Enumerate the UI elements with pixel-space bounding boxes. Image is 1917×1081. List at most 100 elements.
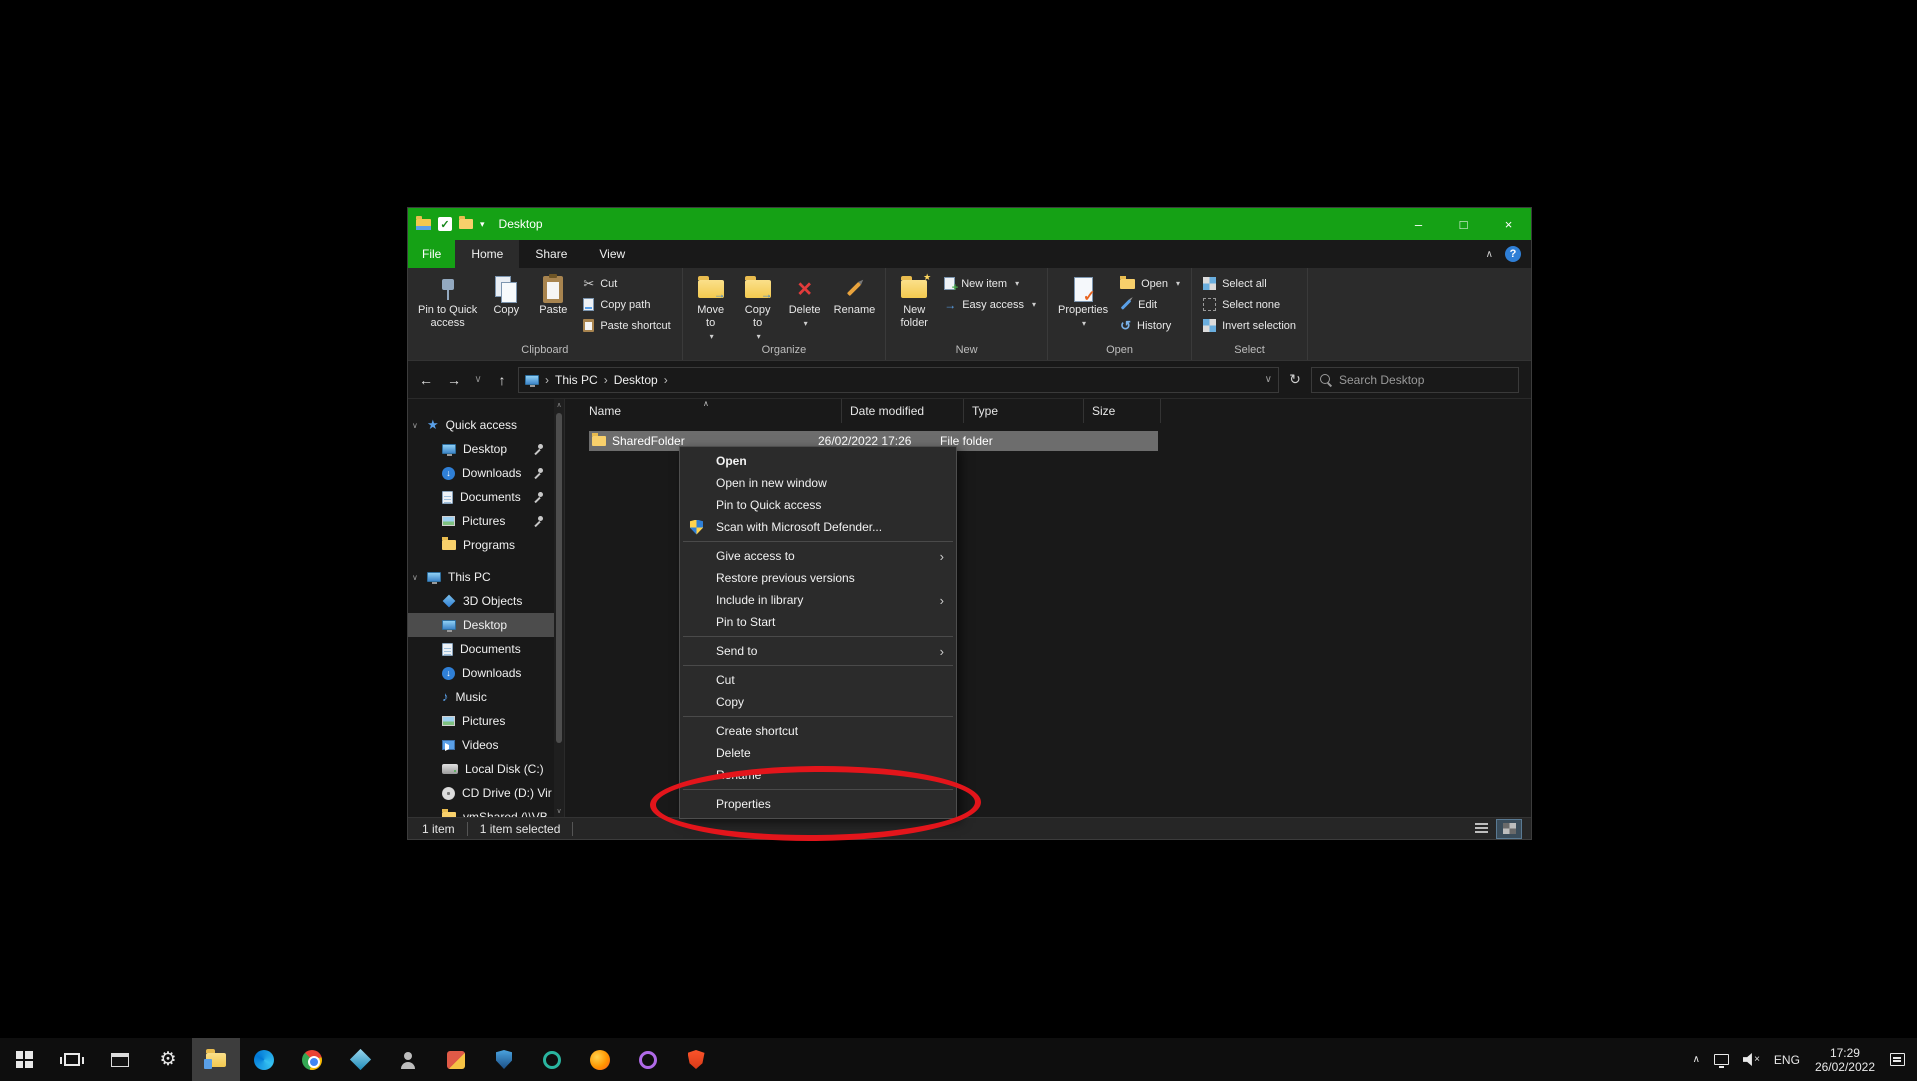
new-item-button[interactable]: New item▾ bbox=[938, 273, 1042, 294]
sidebar-item-documents-quick[interactable]: Documents bbox=[408, 485, 554, 509]
context-menu-open[interactable]: Open bbox=[682, 450, 954, 472]
column-header-name[interactable]: Name bbox=[565, 399, 842, 423]
invert-selection-button[interactable]: Invert selection bbox=[1197, 315, 1302, 336]
copy-button[interactable]: Copy bbox=[483, 271, 529, 343]
taskbar-firefox-button[interactable] bbox=[576, 1038, 624, 1081]
up-button[interactable]: ↑ bbox=[490, 368, 514, 392]
sidebar-item-3d-objects[interactable]: 3D Objects bbox=[408, 589, 554, 613]
recent-locations-caret-icon[interactable]: ∨ bbox=[470, 368, 486, 392]
help-icon[interactable]: ? bbox=[1505, 246, 1521, 262]
open-button[interactable]: Open▾ bbox=[1114, 273, 1186, 294]
breadcrumb-desktop[interactable]: Desktop bbox=[614, 373, 658, 387]
network-status-button[interactable] bbox=[1707, 1038, 1736, 1081]
context-menu-pin-to-quick-access[interactable]: Pin to Quick access bbox=[682, 494, 954, 516]
large-icons-view-button[interactable] bbox=[1497, 820, 1521, 838]
sidebar-item-this-pc[interactable]: ∨ This PC bbox=[408, 565, 554, 589]
context-menu-give-access-to[interactable]: Give access to › bbox=[682, 545, 954, 567]
copy-path-button[interactable]: Copy path bbox=[577, 294, 676, 315]
taskbar-virtualbox-button[interactable] bbox=[336, 1038, 384, 1081]
tab-home[interactable]: Home bbox=[455, 240, 519, 268]
taskbar-security-button[interactable] bbox=[480, 1038, 528, 1081]
properties-qat-icon[interactable]: ✓ bbox=[438, 217, 452, 231]
customize-toolbar-caret-icon[interactable]: ▾ bbox=[480, 219, 485, 230]
column-header-date-modified[interactable]: Date modified bbox=[842, 399, 964, 423]
context-menu-include-in-library[interactable]: Include in library › bbox=[682, 589, 954, 611]
taskbar-settings-button[interactable]: ⚙ bbox=[144, 1038, 192, 1081]
forward-button[interactable]: → bbox=[442, 368, 466, 392]
sidebar-item-local-disk-c[interactable]: Local Disk (C:) bbox=[408, 757, 554, 781]
easy-access-button[interactable]: → Easy access▾ bbox=[938, 294, 1042, 315]
volume-button[interactable]: × bbox=[1736, 1038, 1767, 1081]
context-menu-copy[interactable]: Copy bbox=[682, 691, 954, 713]
cut-button[interactable]: ✂ Cut bbox=[577, 273, 676, 294]
tab-share[interactable]: Share bbox=[519, 240, 583, 268]
paste-shortcut-button[interactable]: Paste shortcut bbox=[577, 315, 676, 336]
rename-button[interactable]: Rename bbox=[829, 271, 881, 343]
context-menu-cut[interactable]: Cut bbox=[682, 669, 954, 691]
column-header-type[interactable]: Type bbox=[964, 399, 1084, 423]
tab-file[interactable]: File bbox=[408, 240, 455, 268]
taskbar-teal-app-button[interactable] bbox=[528, 1038, 576, 1081]
sidebar-scrollbar[interactable]: ∧ ∨ bbox=[554, 399, 564, 817]
context-menu-open-in-new-window[interactable]: Open in new window bbox=[682, 472, 954, 494]
scroll-down-icon[interactable]: ∨ bbox=[554, 807, 564, 815]
sidebar-item-music[interactable]: ♪ Music bbox=[408, 685, 554, 709]
search-box[interactable] bbox=[1311, 367, 1519, 393]
delete-button[interactable]: × Delete▾ bbox=[782, 271, 828, 343]
sidebar-item-documents[interactable]: Documents bbox=[408, 637, 554, 661]
move-to-button[interactable]: Moveto▾ bbox=[688, 271, 734, 343]
context-menu-pin-to-start[interactable]: Pin to Start bbox=[682, 611, 954, 633]
context-menu-send-to[interactable]: Send to › bbox=[682, 640, 954, 662]
history-button[interactable]: ↺ History bbox=[1114, 315, 1186, 336]
context-menu-create-shortcut[interactable]: Create shortcut bbox=[682, 720, 954, 742]
clock[interactable]: 17:29 26/02/2022 bbox=[1807, 1038, 1883, 1081]
details-view-button[interactable] bbox=[1469, 820, 1493, 838]
sidebar-item-vmshared[interactable]: vmShared (\\VB bbox=[408, 805, 554, 817]
show-hidden-icons-button[interactable]: ∧ bbox=[1686, 1038, 1707, 1081]
copy-to-button[interactable]: Copyto▾ bbox=[735, 271, 781, 343]
refresh-icon[interactable]: ↻ bbox=[1283, 368, 1307, 392]
minimize-button[interactable]: – bbox=[1396, 208, 1441, 240]
taskbar-terminal-button[interactable] bbox=[96, 1038, 144, 1081]
back-button[interactable]: ← bbox=[414, 368, 438, 392]
expander-icon[interactable]: ∨ bbox=[412, 421, 420, 430]
taskbar-file-explorer-button[interactable] bbox=[192, 1038, 240, 1081]
scroll-up-icon[interactable]: ∧ bbox=[554, 401, 564, 409]
tab-view[interactable]: View bbox=[583, 240, 641, 268]
address-dropdown-caret-icon[interactable]: ∨ bbox=[1265, 374, 1272, 385]
sidebar-item-downloads-quick[interactable]: Downloads bbox=[408, 461, 554, 485]
select-none-button[interactable]: Select none bbox=[1197, 294, 1302, 315]
sidebar-item-quick-access[interactable]: ∨ ★ Quick access bbox=[408, 413, 554, 437]
task-view-button[interactable] bbox=[48, 1038, 96, 1081]
sidebar-item-videos[interactable]: Videos bbox=[408, 733, 554, 757]
taskbar-app-button[interactable] bbox=[432, 1038, 480, 1081]
context-menu-delete[interactable]: Delete bbox=[682, 742, 954, 764]
sidebar-item-cd-drive-d[interactable]: CD Drive (D:) Vir bbox=[408, 781, 554, 805]
collapse-ribbon-icon[interactable]: ∧ bbox=[1486, 249, 1493, 260]
title-bar[interactable]: ✓ ▾ Desktop – □ × bbox=[408, 208, 1531, 240]
sidebar-item-desktop[interactable]: Desktop bbox=[408, 613, 554, 637]
edit-button[interactable]: Edit bbox=[1114, 294, 1186, 315]
select-all-button[interactable]: Select all bbox=[1197, 273, 1302, 294]
breadcrumb-this-pc[interactable]: This PC bbox=[555, 373, 598, 387]
sidebar-item-pictures[interactable]: Pictures bbox=[408, 709, 554, 733]
context-menu-restore-previous-versions[interactable]: Restore previous versions bbox=[682, 567, 954, 589]
taskbar-people-button[interactable] bbox=[384, 1038, 432, 1081]
action-center-button[interactable] bbox=[1883, 1038, 1912, 1081]
close-button[interactable]: × bbox=[1486, 208, 1531, 240]
pin-to-quick-access-button[interactable]: Pin to Quickaccess bbox=[413, 271, 482, 343]
scrollbar-thumb[interactable] bbox=[556, 413, 562, 743]
taskbar-chrome-button[interactable] bbox=[288, 1038, 336, 1081]
new-folder-qat-icon[interactable] bbox=[459, 219, 473, 229]
taskbar-edge-button[interactable] bbox=[240, 1038, 288, 1081]
sidebar-item-downloads[interactable]: Downloads bbox=[408, 661, 554, 685]
sidebar-item-pictures-quick[interactable]: Pictures bbox=[408, 509, 554, 533]
expander-icon[interactable]: ∨ bbox=[412, 573, 420, 582]
search-input[interactable] bbox=[1339, 373, 1510, 387]
new-folder-button[interactable]: Newfolder bbox=[891, 271, 937, 343]
language-indicator[interactable]: ENG bbox=[1767, 1038, 1807, 1081]
maximize-button[interactable]: □ bbox=[1441, 208, 1486, 240]
properties-ribbon-button[interactable]: Properties▾ bbox=[1053, 271, 1113, 343]
taskbar-brave-button[interactable] bbox=[672, 1038, 720, 1081]
address-bar[interactable]: › This PC › Desktop › ∨ bbox=[518, 367, 1279, 393]
